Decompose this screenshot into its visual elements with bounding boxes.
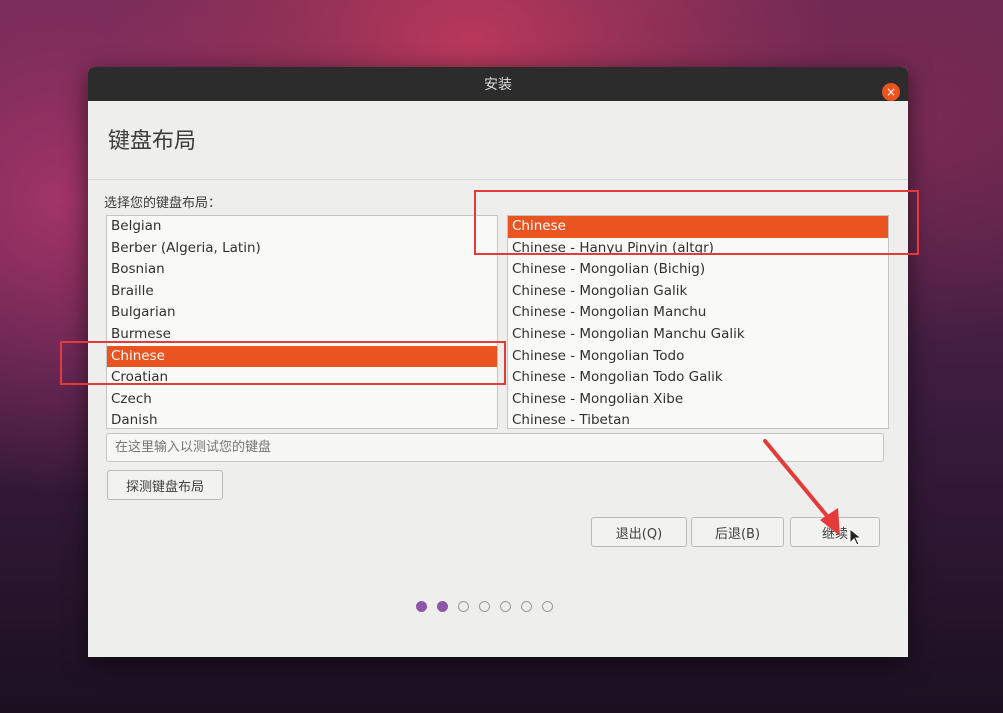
close-icon[interactable]: × [882,83,900,101]
window-title: 安装 [484,77,512,93]
install-progress-dots [416,601,553,612]
layout-list-item[interactable]: Belgian [107,216,497,238]
window-titlebar: 安装 × [88,67,908,101]
annotation-arrow-icon [763,439,840,536]
variant-list-item[interactable]: Chinese - Mongolian Todo [508,346,888,368]
annotation-box-layout [60,341,506,385]
keyboard-layout-list[interactable]: Belgian Berber (Algeria, Latin) Bosnian Bra… [106,215,498,429]
progress-dot [500,601,511,612]
variant-list-item[interactable]: Chinese - Tibetan [508,410,888,428]
detect-layout-button[interactable]: 探测键盘布局 [107,470,223,500]
layout-list-item[interactable]: Braille [107,281,497,303]
variant-list-item[interactable]: Chinese - Mongolian Manchu Galik [508,324,888,346]
progress-dot [437,601,448,612]
annotation-box-variant [474,190,919,255]
layout-prompt-label: 选择您的键盘布局： [104,196,222,211]
variant-list-item[interactable]: Chinese - Mongolian Galik [508,281,888,303]
quit-button[interactable]: 退出(Q) [591,517,687,547]
progress-dot [458,601,469,612]
progress-dot [521,601,532,612]
layout-list-item[interactable]: Danish [107,410,497,428]
mouse-cursor-icon [849,528,863,546]
variant-list-item[interactable]: Chinese - Mongolian Xibe [508,389,888,411]
variant-list-item[interactable]: Chinese - Mongolian (Bichig) [508,259,888,281]
layout-list-item[interactable]: Czech [107,389,497,411]
layout-list-item[interactable]: Bosnian [107,259,497,281]
variant-list-item[interactable]: Chinese - Mongolian Todo Galik [508,367,888,389]
progress-dot [479,601,490,612]
layout-list-item[interactable]: Bulgarian [107,302,497,324]
page-title: 键盘布局 [108,129,197,154]
progress-dot [542,601,553,612]
variant-list-item[interactable]: Chinese - Mongolian Manchu [508,302,888,324]
header-divider [88,179,908,180]
layout-list-item[interactable]: Berber (Algeria, Latin) [107,238,497,260]
progress-dot [416,601,427,612]
